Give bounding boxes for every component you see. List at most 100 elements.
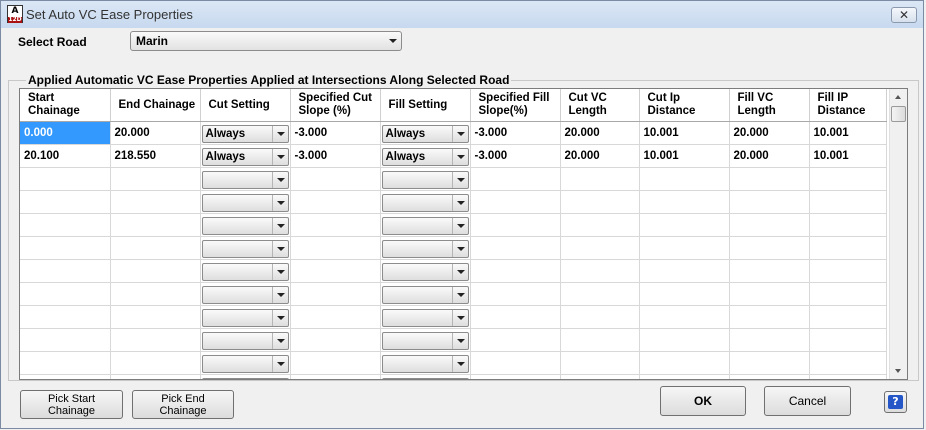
table-cell[interactable]: 20.000: [110, 121, 201, 145]
table-cell[interactable]: [470, 351, 561, 375]
table-cell[interactable]: [639, 305, 730, 329]
table-cell[interactable]: [729, 190, 810, 214]
table-cell[interactable]: [20, 351, 111, 375]
setting-dropdown[interactable]: [381, 331, 469, 350]
pick-start-chainage-button[interactable]: Pick Start Chainage: [20, 390, 123, 419]
table-cell[interactable]: [200, 213, 291, 237]
table-cell[interactable]: [290, 328, 381, 352]
table-cell[interactable]: [729, 236, 810, 260]
setting-dropdown[interactable]: [381, 170, 469, 189]
table-cell[interactable]: [560, 374, 640, 379]
setting-dropdown[interactable]: [201, 216, 289, 235]
table-cell[interactable]: [110, 259, 201, 283]
table-cell[interactable]: [729, 259, 810, 283]
table-cell[interactable]: [380, 374, 471, 379]
scroll-up-icon[interactable]: [890, 89, 907, 105]
table-cell[interactable]: [470, 305, 561, 329]
table-cell[interactable]: [639, 374, 730, 379]
table-cell[interactable]: -3.000: [470, 144, 561, 168]
table-cell[interactable]: [639, 236, 730, 260]
table-cell[interactable]: [200, 259, 291, 283]
table-cell[interactable]: Always: [200, 121, 291, 145]
table-cell[interactable]: [20, 282, 111, 306]
table-cell[interactable]: [20, 213, 111, 237]
table-cell[interactable]: -3.000: [470, 121, 561, 145]
table-cell[interactable]: 20.000: [729, 121, 810, 145]
table-cell[interactable]: [560, 190, 640, 214]
setting-dropdown[interactable]: [381, 239, 469, 258]
table-cell[interactable]: [809, 190, 887, 214]
table-cell[interactable]: [470, 213, 561, 237]
setting-dropdown[interactable]: [201, 377, 289, 379]
table-cell[interactable]: [110, 282, 201, 306]
table-cell[interactable]: [639, 213, 730, 237]
table-cell[interactable]: [639, 282, 730, 306]
table-cell[interactable]: [809, 282, 887, 306]
road-select[interactable]: Marin: [130, 31, 402, 51]
table-cell[interactable]: [560, 236, 640, 260]
table-cell[interactable]: [729, 328, 810, 352]
table-cell[interactable]: [639, 259, 730, 283]
setting-dropdown[interactable]: Always: [381, 147, 469, 166]
table-cell[interactable]: [380, 305, 471, 329]
table-cell[interactable]: [560, 305, 640, 329]
setting-dropdown[interactable]: [381, 193, 469, 212]
table-cell[interactable]: [380, 282, 471, 306]
table-cell[interactable]: -3.000: [290, 121, 381, 145]
table-cell[interactable]: [20, 190, 111, 214]
table-cell[interactable]: [380, 259, 471, 283]
table-cell[interactable]: [290, 213, 381, 237]
table-cell[interactable]: 0.000: [20, 121, 111, 145]
table-cell[interactable]: [729, 213, 810, 237]
table-cell[interactable]: [729, 305, 810, 329]
help-button[interactable]: ?: [884, 391, 907, 413]
ok-button[interactable]: OK: [660, 386, 746, 416]
table-cell[interactable]: [560, 282, 640, 306]
pick-end-chainage-button[interactable]: Pick End Chainage: [132, 390, 234, 419]
table-cell[interactable]: [110, 374, 201, 379]
table-cell[interactable]: [639, 351, 730, 375]
table-cell[interactable]: [200, 374, 291, 379]
table-cell[interactable]: [380, 167, 471, 191]
table-cell[interactable]: [809, 236, 887, 260]
table-cell[interactable]: 10.001: [639, 144, 730, 168]
table-cell[interactable]: 20.100: [20, 144, 111, 168]
table-cell[interactable]: [560, 328, 640, 352]
table-cell[interactable]: [110, 190, 201, 214]
table-cell[interactable]: [110, 236, 201, 260]
table-cell[interactable]: [380, 328, 471, 352]
table-cell[interactable]: [809, 259, 887, 283]
table-cell[interactable]: Always: [380, 144, 471, 168]
setting-dropdown[interactable]: [201, 308, 289, 327]
table-cell[interactable]: [470, 282, 561, 306]
table-cell[interactable]: [809, 351, 887, 375]
table-cell[interactable]: [200, 190, 291, 214]
table-cell[interactable]: [639, 167, 730, 191]
table-cell[interactable]: [290, 259, 381, 283]
table-cell[interactable]: [729, 282, 810, 306]
table-cell[interactable]: 20.000: [729, 144, 810, 168]
table-cell[interactable]: [639, 190, 730, 214]
setting-dropdown[interactable]: [201, 262, 289, 281]
table-cell[interactable]: [560, 259, 640, 283]
setting-dropdown[interactable]: Always: [201, 124, 289, 143]
table-cell[interactable]: [380, 351, 471, 375]
table-cell[interactable]: [290, 374, 381, 379]
table-cell[interactable]: [20, 236, 111, 260]
setting-dropdown[interactable]: [201, 239, 289, 258]
setting-dropdown[interactable]: [381, 262, 469, 281]
scroll-down-icon[interactable]: [890, 363, 907, 379]
table-cell[interactable]: [200, 351, 291, 375]
table-cell[interactable]: [20, 305, 111, 329]
table-cell[interactable]: [200, 167, 291, 191]
table-cell[interactable]: [110, 305, 201, 329]
table-cell[interactable]: [729, 374, 810, 379]
properties-grid[interactable]: Start Chainage End Chainage Cut Setting Spec…: [19, 88, 908, 380]
setting-dropdown[interactable]: [201, 193, 289, 212]
table-cell[interactable]: [380, 213, 471, 237]
table-cell[interactable]: [20, 328, 111, 352]
table-cell[interactable]: [809, 374, 887, 379]
setting-dropdown[interactable]: [381, 308, 469, 327]
setting-dropdown[interactable]: Always: [201, 147, 289, 166]
scroll-thumb[interactable]: [891, 106, 906, 122]
